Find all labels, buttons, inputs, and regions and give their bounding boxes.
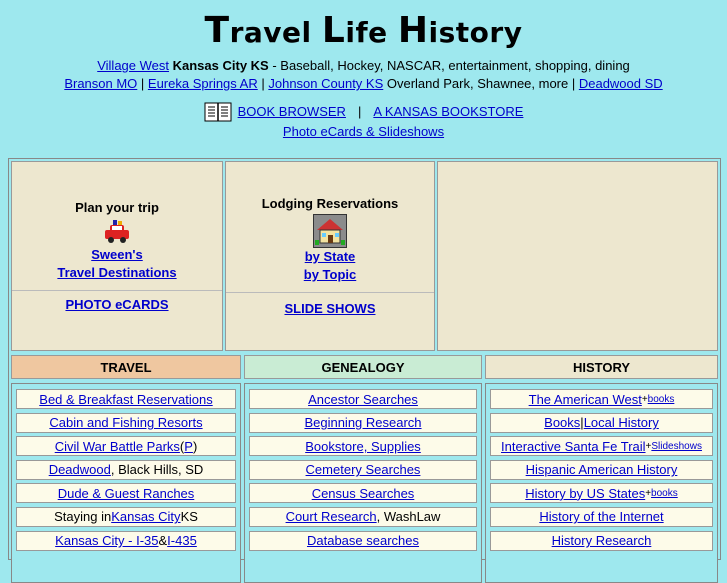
list-item-link[interactable]: P — [184, 439, 193, 454]
list-item-text: Staying in — [54, 509, 112, 525]
site-title: Travel Life History — [0, 10, 727, 52]
list-item-link[interactable]: History of the Internet — [539, 509, 663, 524]
eureka-springs-link[interactable]: Eureka Springs AR — [148, 76, 258, 91]
separator: | — [137, 76, 148, 91]
house-icon[interactable] — [313, 214, 347, 248]
list-item-link[interactable]: Hispanic American History — [526, 462, 678, 477]
separator: | — [357, 104, 362, 119]
list-item: Books | Local History — [490, 412, 713, 433]
list-item-link[interactable]: Local History — [584, 415, 659, 430]
list-item-link[interactable]: books — [651, 488, 678, 499]
list-item: Hispanic American History — [490, 459, 713, 480]
list-item-link[interactable]: I-435 — [167, 533, 197, 548]
by-state-link[interactable]: by State — [305, 249, 356, 264]
list-item: Census Searches — [249, 483, 477, 504]
list-item-text: KS — [180, 509, 198, 525]
branson-link[interactable]: Branson MO — [64, 76, 137, 91]
book-browser-link[interactable]: BOOK BROWSER — [238, 103, 346, 121]
list-item-link[interactable]: History by US States — [525, 486, 645, 501]
kansas-bookstore-link[interactable]: A KANSAS BOOKSTORE — [373, 103, 523, 121]
list-item: Dude & Guest Ranches — [16, 483, 236, 504]
list-item-link[interactable]: Beginning Research — [304, 415, 421, 430]
car-travel-icon[interactable] — [12, 218, 222, 246]
destinations-line: Branson MO | Eureka Springs AR | Johnson… — [0, 75, 727, 93]
list-item: Cemetery Searches — [249, 459, 477, 480]
list-item: Civil War Battle Parks (P) — [16, 436, 236, 457]
genealogy-column: Ancestor Searches Beginning Research Books… — [244, 383, 482, 583]
list-item-link[interactable]: Interactive Santa Fe Trail — [501, 439, 646, 454]
plan-trip-panel: Plan your trip Sween's Travel Destinatio… — [11, 161, 223, 351]
list-item: The American West + books — [490, 389, 713, 409]
list-item-text: , WashLaw — [376, 509, 441, 525]
list-item-link[interactable]: Cabin and Fishing Resorts — [49, 415, 202, 430]
list-item: History by US States + books — [490, 483, 713, 504]
list-item-text: , Black Hills, SD — [110, 462, 204, 478]
village-west-line: Village West Kansas City KS - Baseball, … — [0, 57, 727, 75]
list-item: Bed & Breakfast Reservations — [16, 389, 236, 409]
list-item: Ancestor Searches — [249, 389, 477, 409]
genealogy-header: GENEALOGY — [244, 355, 482, 379]
list-item: Court Research, WashLaw — [249, 506, 477, 527]
list-item: Beginning Research — [249, 412, 477, 433]
list-item-link[interactable]: Civil War Battle Parks — [55, 439, 180, 454]
main-table: Plan your trip Sween's Travel Destinatio… — [8, 158, 721, 583]
lodging-heading: Lodging Reservations — [261, 196, 399, 211]
title-word-2: Life — [321, 10, 398, 51]
title-word-3: History — [397, 10, 523, 51]
list-item-link[interactable]: Bookstore, Supplies — [305, 439, 421, 454]
list-item-link[interactable]: Ancestor Searches — [308, 392, 418, 407]
travel-header: TRAVEL — [11, 355, 241, 379]
travel-destinations-link[interactable]: Travel Destinations — [57, 265, 176, 280]
sweens-link[interactable]: Sween's — [91, 247, 143, 262]
book-links: BOOK BROWSER | A KANSAS BOOKSTORE — [0, 101, 727, 123]
history-header: HISTORY — [485, 355, 718, 379]
open-book-icon[interactable] — [204, 101, 232, 123]
ecards-line: Photo eCards & Slideshows — [0, 123, 727, 141]
list-item: Database searches — [249, 530, 477, 551]
list-item: Deadwood, Black Hills, SD — [16, 459, 236, 480]
photo-ecards-link[interactable]: PHOTO eCARDS — [65, 297, 168, 312]
list-item-link[interactable]: Census Searches — [312, 486, 415, 501]
village-west-desc: - Baseball, Hockey, NASCAR, entertainmen… — [268, 58, 630, 73]
list-item-link[interactable]: Books — [544, 415, 580, 430]
history-column: The American West + books Books | Local H… — [485, 383, 718, 583]
village-west-link[interactable]: Village West — [97, 58, 169, 73]
johnson-county-desc: Overland Park, Shawnee, more | — [383, 76, 579, 91]
list-item: Interactive Santa Fe Trail + Slideshows — [490, 436, 713, 457]
list-item-link[interactable]: Database searches — [307, 533, 419, 548]
list-item-link[interactable]: History Research — [552, 533, 652, 548]
list-item: Cabin and Fishing Resorts — [16, 412, 236, 433]
list-item: History Research — [490, 530, 713, 551]
list-item-text: & — [158, 533, 168, 549]
lodging-panel: Lodging Reservations by State by Topic S… — [225, 161, 435, 351]
list-item-link[interactable]: Court Research — [286, 509, 377, 524]
list-item-link[interactable]: Deadwood — [49, 462, 111, 477]
list-item: Kansas City - I-35 & I-435 — [16, 530, 236, 551]
title-word-1: Travel — [204, 10, 322, 51]
list-item-link[interactable]: Dude & Guest Ranches — [58, 486, 195, 501]
johnson-county-link[interactable]: Johnson County KS — [268, 76, 383, 91]
travel-column: Bed & Breakfast Reservations Cabin and Fi… — [11, 383, 241, 583]
list-item-link[interactable]: Kansas City — [111, 509, 180, 524]
list-item-text: ) — [192, 438, 198, 454]
deadwood-link[interactable]: Deadwood SD — [579, 76, 663, 91]
list-item: History of the Internet — [490, 506, 713, 527]
list-item: Bookstore, Supplies — [249, 436, 477, 457]
list-item-link[interactable]: Cemetery Searches — [306, 462, 421, 477]
empty-panel — [437, 161, 718, 351]
plan-trip-heading: Plan your trip — [75, 200, 159, 215]
photo-ecards-slideshows-link[interactable]: Photo eCards & Slideshows — [283, 124, 444, 139]
kansas-city-label: Kansas City KS — [172, 58, 269, 73]
list-item: Staying in Kansas City KS — [16, 506, 236, 527]
list-item-link[interactable]: The American West — [529, 392, 642, 407]
separator: | — [257, 76, 269, 91]
list-item-link[interactable]: books — [648, 394, 675, 405]
list-item-link[interactable]: Slideshows — [651, 441, 702, 452]
list-item-link[interactable]: Bed & Breakfast Reservations — [39, 392, 212, 407]
slide-shows-link[interactable]: SLIDE SHOWS — [284, 301, 375, 316]
by-topic-link[interactable]: by Topic — [304, 267, 356, 282]
list-item-link[interactable]: Kansas City - I-35 — [55, 533, 158, 548]
